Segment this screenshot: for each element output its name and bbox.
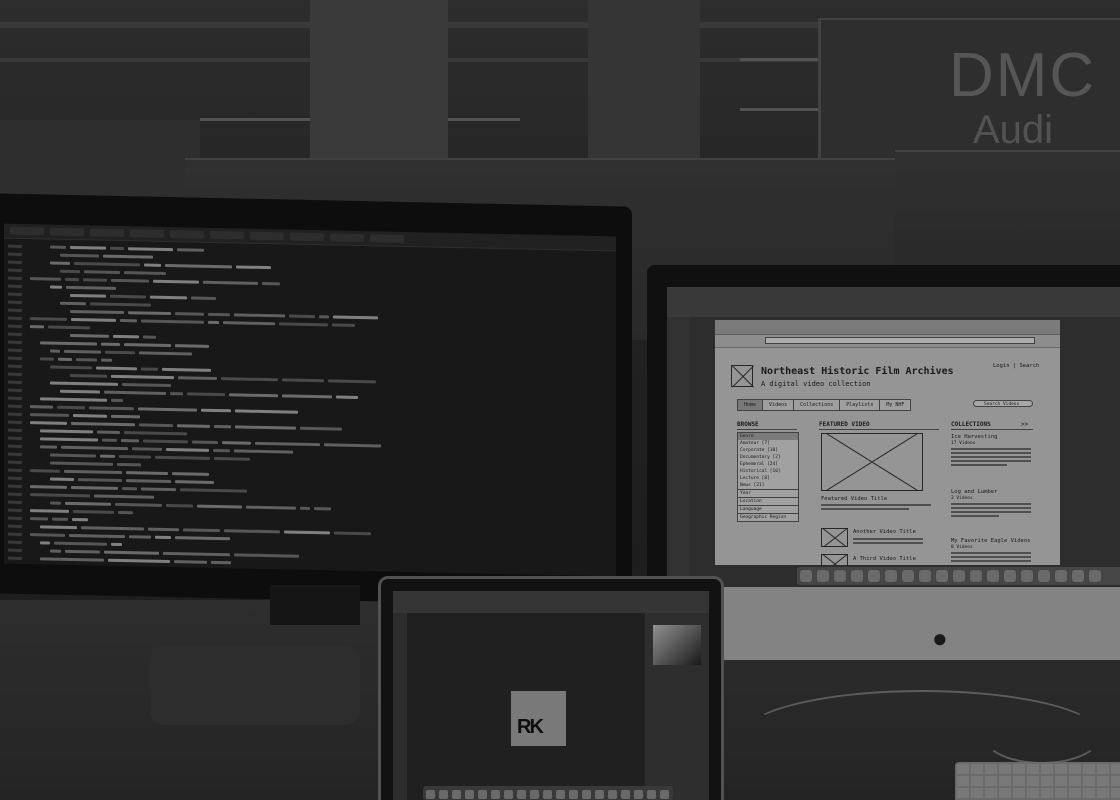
collection-name: Log and Lumber [951,489,998,495]
browse-item: Lecture [8] [740,476,770,481]
browse-item: Year [738,489,798,497]
dock [423,786,673,800]
side-panels [645,613,709,800]
text-placeholder [951,503,1031,519]
browse-item: Corporate [10] [740,448,778,453]
sign-text-line1: DMC [949,41,1097,110]
divider [737,429,797,430]
browse-item: News [21] [740,483,765,488]
browse-item: Geographic Region [738,513,798,521]
monitor-stand [270,585,360,625]
collection-count: 8 Videos [951,545,973,550]
laptop-screen: RK [393,591,709,800]
sign-text-line2: Audi [973,108,1054,152]
cable [980,700,1104,764]
text-placeholder [951,552,1031,564]
browse-item: Documentary [2] [740,455,781,460]
app-toolbar [667,287,1120,317]
collection-count: 17 Videos [951,441,976,446]
browse-item: Genre [738,433,798,440]
logo-placeholder-icon [731,365,753,387]
design-canvas: RK [511,691,566,746]
laptop: RK [378,576,724,800]
divider [819,429,939,430]
nav-my-nhf: My NHF [879,399,912,411]
login-link: Login | Search [993,363,1040,369]
apple-logo-icon: ● [932,623,948,653]
browse-item: Location [738,497,798,505]
text-placeholder [951,448,1031,468]
text-placeholder [853,538,923,546]
video-placeholder-icon [821,433,923,491]
collection-name: Ice Harvesting [951,434,998,440]
app-toolbar [393,591,709,613]
nav-videos: Videos [762,399,795,411]
nav-collections: Collections [793,399,841,411]
collection-name: My Favorite Eagle Videos [951,538,1031,544]
photo-scene: DMC Audi Northeast Historic Film Archive… [0,0,1120,800]
site-subtitle: A digital video collection [761,380,871,388]
browse-item: Historical [10] [740,469,781,474]
featured-video-title: Featured Video Title [821,496,888,502]
browse-item: Ephemeral [24] [740,462,778,467]
collections-heading: COLLECTIONS [951,421,991,428]
nav-playlists: Playlists [839,399,881,411]
collection-count: 3 Videos [951,496,973,501]
video-title: Another Video Title [853,529,916,535]
tool-panel [393,613,407,800]
browse-item: Amateur [7] [740,441,770,446]
pillar [588,0,700,162]
keyboard [955,762,1120,800]
cubicle-partition [895,150,1120,277]
nav-home: Home [737,399,764,411]
text-placeholder [821,504,931,512]
bag [150,645,360,725]
wireframe-screen: Northeast Historic Film Archives A digit… [667,287,1120,587]
wireframe-mockup: Northeast Historic Film Archives A digit… [715,320,1060,565]
main-nav: Home Videos Collections Playlists My NHF [737,399,912,411]
code-area [4,239,616,577]
browse-item: Language [738,505,798,513]
search-input: Search Videos [973,400,1033,407]
collections-more-link: >> [1021,421,1029,428]
browse-list: Genre Amateur [7] Corporate [10] Documen… [737,432,799,522]
url-field [765,337,1035,344]
rk-logo: RK [517,716,544,738]
code-editor-screen [4,223,616,577]
dock [797,567,1120,585]
tool-panel [667,317,689,587]
code-editor-monitor [0,193,632,607]
video-title: A Third Video Title [853,556,916,562]
site-title: Northeast Historic Film Archives [761,366,954,377]
video-placeholder-icon [821,554,848,565]
browser-url-bar [715,335,1060,348]
glass-sign: DMC Audi [818,18,1120,160]
divider [951,429,1033,430]
browser-titlebar [715,320,1060,335]
browse-heading: BROWSE [737,421,759,428]
color-picker [653,625,701,665]
featured-heading: FEATURED VIDEO [819,421,870,428]
video-placeholder-icon [821,528,848,547]
pillar [310,0,448,165]
